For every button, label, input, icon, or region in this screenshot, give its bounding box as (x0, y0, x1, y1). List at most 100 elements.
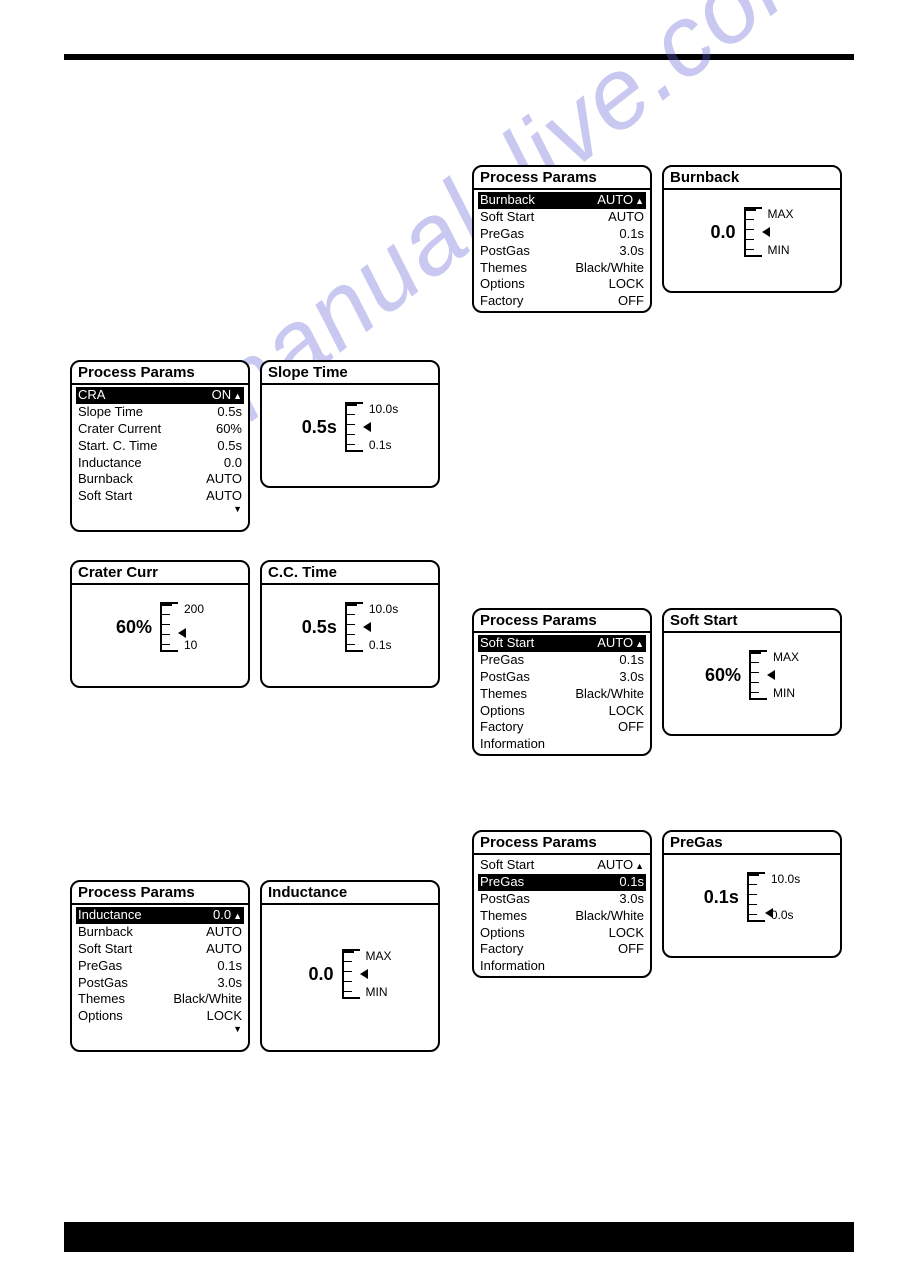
list-row[interactable]: ThemesBlack/White (478, 686, 646, 703)
list-row[interactable]: Crater Current60% (76, 421, 244, 438)
row-label: Crater Current (78, 421, 161, 438)
list-row[interactable]: Soft StartAUTO (478, 209, 646, 226)
gauge-scale[interactable] (744, 207, 762, 257)
row-label: Options (480, 703, 525, 720)
list-row[interactable]: Slope Time0.5s (76, 404, 244, 421)
arrow-up-icon: ▲ (635, 861, 644, 871)
panel-process-params-1: Process Params Burnback AUTO▲Soft StartAU… (472, 165, 652, 313)
row-value: 0.1s (619, 874, 644, 891)
gauge-pointer-icon (360, 969, 368, 979)
row-value: AUTO (206, 924, 242, 941)
list-row[interactable]: Inductance0.0 (76, 455, 244, 472)
gauge-scale[interactable] (342, 949, 360, 999)
list-row[interactable]: Soft StartAUTO▲ (478, 635, 646, 652)
list-row[interactable]: OptionsLOCK (478, 925, 646, 942)
gauge-labels: MAXMIN (366, 949, 392, 999)
gauge: 0.5s 10.0s 0.1s (266, 387, 434, 467)
gauge-pointer-icon (762, 227, 770, 237)
list-row[interactable]: OptionsLOCK (478, 703, 646, 720)
list-row[interactable]: Themes Black/White (478, 260, 646, 277)
row-value: OFF (618, 719, 644, 736)
row-label: Factory (480, 941, 523, 958)
gauge-labels: 10.0s 0.1s (369, 402, 398, 452)
panel-body: 60%MAXMIN (664, 633, 840, 719)
panel-body: 0.0MAXMIN (664, 190, 840, 276)
row-value: 3.0s (619, 669, 644, 686)
list-row[interactable]: OptionsLOCK (76, 1008, 244, 1025)
gauge-min: MIN (768, 243, 794, 257)
list-row[interactable]: PreGas 0.1s (478, 874, 646, 891)
gauge-pointer-icon (178, 628, 186, 638)
list-row[interactable]: FactoryOFF (478, 293, 646, 310)
list-row[interactable]: Inductance0.0▲ (76, 907, 244, 924)
row-value: 3.0s (619, 243, 644, 260)
list-row[interactable]: Information (478, 736, 646, 753)
list-row[interactable]: FactoryOFF (478, 941, 646, 958)
gauge-min: 10 (184, 638, 204, 652)
arrow-down-icon: ▼ (76, 505, 244, 514)
panel-body: 0.5s10.0s0.1s (262, 585, 438, 671)
panel-process-params-2: Process Params CRAON▲ Slope Time0.5s Cra… (70, 360, 250, 532)
list-row[interactable]: Start. C. Time0.5s (76, 438, 244, 455)
gauge-max: 10.0s (369, 402, 398, 416)
panel-body: CRAON▲ Slope Time0.5s Crater Current60% … (72, 385, 248, 518)
gauge-min: 0.1s (369, 438, 398, 452)
gauge-pointer-icon (363, 622, 371, 632)
row-label: PreGas (78, 958, 122, 975)
list-row[interactable]: PostGas3.0s (478, 891, 646, 908)
row-value: LOCK (207, 1008, 242, 1025)
row-label: Options (480, 276, 525, 293)
panel-pregas: PreGas 0.1s10.0s0.0s (662, 830, 842, 958)
row-label: PostGas (480, 669, 530, 686)
panel-process-params-4: Process Params Inductance0.0▲BurnbackAUT… (70, 880, 250, 1052)
list-row[interactable]: Soft StartAUTO (76, 488, 244, 505)
list-row[interactable]: PostGas 3.0s (478, 669, 646, 686)
arrow-down-icon: ▼ (478, 753, 646, 756)
list-row[interactable]: PostGas3.0s (76, 975, 244, 992)
row-value: LOCK (609, 925, 644, 942)
row-label: Themes (480, 260, 527, 277)
gauge-scale[interactable] (747, 872, 765, 922)
panel-title: Process Params (474, 167, 650, 190)
list-row[interactable]: BurnbackAUTO (76, 471, 244, 488)
row-label: Soft Start (78, 941, 132, 958)
gauge-scale[interactable] (345, 602, 363, 652)
panel-process-params-3: Process Params Soft StartAUTO▲PreGas0.1s… (472, 608, 652, 756)
list-row[interactable]: PreGas0.1s (478, 652, 646, 669)
row-value: AUTO (206, 941, 242, 958)
gauge-scale[interactable] (345, 402, 363, 452)
list-row[interactable]: BurnbackAUTO (76, 924, 244, 941)
panel-body: Soft StartAUTO▲PreGas0.1sPostGas 3.0sThem… (474, 633, 650, 756)
gauge-pointer-icon (767, 670, 775, 680)
gauge-min: MIN (773, 686, 799, 700)
list-row[interactable]: PostGas3.0s (478, 243, 646, 260)
row-label: Themes (78, 991, 125, 1008)
gauge-value: 0.5s (302, 417, 337, 438)
list-row[interactable]: PreGas0.1s (76, 958, 244, 975)
list-row[interactable]: ThemesBlack/White (478, 908, 646, 925)
row-label: Burnback (480, 192, 535, 209)
gauge-scale[interactable] (749, 650, 767, 700)
gauge-max: 10.0s (369, 602, 398, 616)
list-row[interactable]: Soft StartAUTO▲ (478, 857, 646, 874)
list-row[interactable]: PreGas0.1s (478, 226, 646, 243)
row-value: Black/White (575, 260, 644, 277)
row-value: 0.1s (619, 652, 644, 669)
gauge-scale[interactable] (160, 602, 178, 652)
row-label: PreGas (480, 874, 524, 891)
gauge-pointer-icon (765, 908, 773, 918)
row-value: 0.0▲ (213, 907, 242, 924)
gauge-value: 0.5s (302, 617, 337, 638)
panel-inductance: Inductance 0.0MAXMIN (260, 880, 440, 1052)
panel-title: PreGas (664, 832, 840, 855)
list-row[interactable]: Burnback AUTO▲ (478, 192, 646, 209)
row-label: Factory (480, 719, 523, 736)
list-row[interactable]: OptionsLOCK (478, 276, 646, 293)
list-row[interactable]: CRAON▲ (76, 387, 244, 404)
list-row[interactable]: Information (478, 958, 646, 975)
list-row[interactable]: Soft Start AUTO (76, 941, 244, 958)
row-value: AUTO (608, 209, 644, 226)
list-row[interactable]: Factory OFF (478, 719, 646, 736)
list-row[interactable]: ThemesBlack/White (76, 991, 244, 1008)
row-value: AUTO▲ (597, 192, 644, 209)
